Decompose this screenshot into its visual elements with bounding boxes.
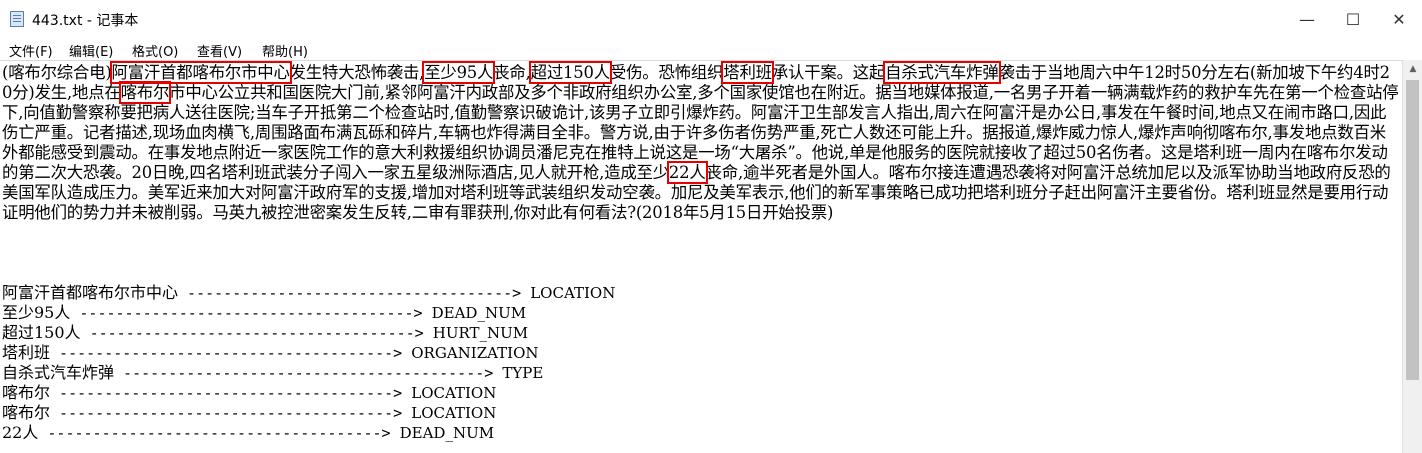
highlighted-entity: 超过150人 [528,61,612,84]
relation-arrow: -------------------------------------> [70,304,432,322]
relation-entity: 22人 [2,423,39,442]
relation-label: ORGANIZATION [411,344,539,362]
notepad-icon [10,11,24,27]
relation-label: TYPE [502,364,544,382]
text-segment: 受伤。恐怖组织 [609,63,724,82]
highlighted-entity: 自杀式汽车炸弹 [883,61,1001,84]
relation-line: 塔利班 ------------------------------------… [2,343,539,363]
scroll-up-icon[interactable]: ▲ [1403,60,1422,78]
minimize-icon: — [1299,9,1315,29]
relation-line: 喀布尔 ------------------------------------… [2,383,496,403]
menu-help[interactable]: 帮助(H) [262,41,308,60]
text-segment: 丧命, [493,63,531,82]
menu-file[interactable]: 文件(F) [9,41,53,60]
relation-entity: 阿富汗首都喀布尔市中心 [2,283,179,302]
highlighted-entity: 阿富汗首都喀布尔市中心 [109,61,292,84]
relation-entity: 喀布尔 [2,383,51,402]
relation-line: 阿富汗首都喀布尔市中心 ----------------------------… [2,283,615,303]
relation-line: 超过150人 ---------------------------------… [2,323,528,343]
scroll-thumb[interactable] [1406,80,1419,380]
text-segment: 发生特大恐怖袭击, [289,63,425,82]
relation-line: 自杀式汽车炸弹 --------------------------------… [2,363,543,383]
close-button[interactable]: ✕ [1376,0,1422,38]
maximize-button[interactable]: ☐ [1330,0,1376,38]
relation-label: LOCATION [411,404,497,422]
relation-arrow: ------------------------------------> [80,324,433,342]
relation-label: DEAD_NUM [431,304,527,322]
highlighted-entity: 至少95人 [422,61,496,84]
title-bar: 443.txt - 记事本 — ☐ ✕ [0,0,1422,38]
relation-label: LOCATION [411,384,497,402]
maximize-icon: ☐ [1345,9,1361,29]
text-segment: 承认干案。这起 [771,63,886,82]
menu-edit[interactable]: 编辑(E) [69,41,113,60]
close-icon: ✕ [1392,9,1406,29]
relation-entity: 至少95人 [2,303,71,322]
relation-line: 喀布尔 ------------------------------------… [2,403,496,423]
window-title: 443.txt - 记事本 [32,13,139,29]
relation-arrow: -------------------------------------> [50,404,412,422]
minimize-button[interactable]: — [1284,0,1330,38]
relation-line: 至少95人 ----------------------------------… [2,303,526,323]
relation-entity: 喀布尔 [2,403,51,422]
relation-label: DEAD_NUM [399,424,495,442]
article-paragraph: (喀布尔综合电)阿富汗首都喀布尔市中心发生特大恐怖袭击,至少95人丧命,超过15… [2,61,1400,223]
relation-arrow: ----------------------------------------… [114,364,503,382]
relation-entity: 塔利班 [2,343,51,362]
text-editor-area[interactable]: (喀布尔综合电)阿富汗首都喀布尔市中心发生特大恐怖袭击,至少95人丧命,超过15… [0,60,1402,453]
menu-view[interactable]: 查看(V) [197,41,242,60]
highlighted-entity: 22人 [666,161,708,184]
vertical-scrollbar[interactable]: ▲ [1402,60,1422,453]
relation-label: LOCATION [530,284,616,302]
highlighted-entity: 塔利班 [721,61,774,84]
relation-arrow: -------------------------------------> [38,424,400,442]
relation-arrow: -------------------------------------> [50,384,412,402]
relation-line: 22人 ------------------------------------… [2,423,494,443]
relation-entity: 超过150人 [2,323,81,342]
relation-entity: 自杀式汽车炸弹 [2,363,115,382]
menu-bar: 文件(F) 编辑(E) 格式(O) 查看(V) 帮助(H) [0,38,1422,60]
relation-label: HURT_NUM [432,324,529,342]
menu-format[interactable]: 格式(O) [132,41,178,60]
text-segment: (喀布尔综合电) [2,63,112,82]
highlighted-entity: 喀布尔 [118,81,172,104]
relation-arrow: ------------------------------------> [178,284,531,302]
relation-arrow: -------------------------------------> [50,344,412,362]
